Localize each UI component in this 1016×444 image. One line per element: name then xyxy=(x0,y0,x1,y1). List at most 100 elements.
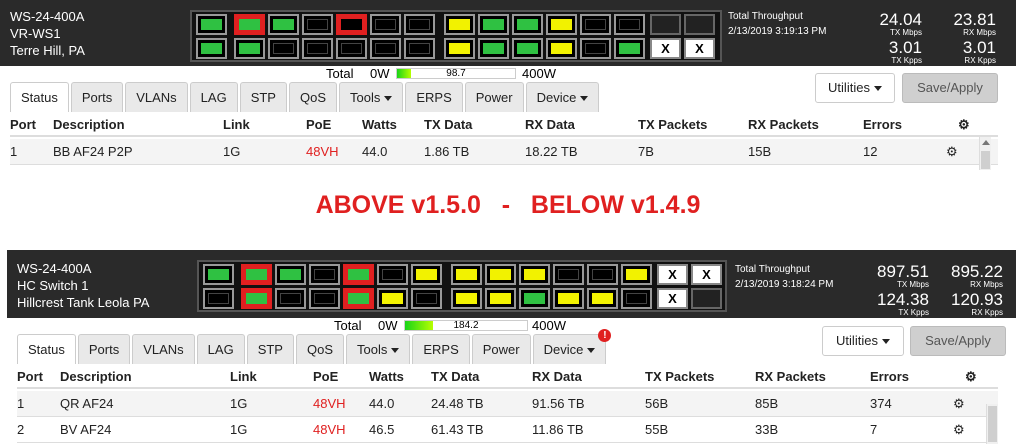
column-header-tx-packets[interactable]: TX Packets xyxy=(645,364,714,389)
column-header-description[interactable]: Description xyxy=(53,112,125,137)
utilities-button[interactable]: Utilities xyxy=(815,73,895,103)
tab-status[interactable]: Status xyxy=(10,82,69,112)
column-header-port[interactable]: Port xyxy=(10,112,36,137)
switch-port[interactable] xyxy=(343,288,374,309)
tab-ports[interactable]: Ports xyxy=(77,334,131,364)
port-disabled-icon[interactable]: X xyxy=(650,38,681,59)
switch-port[interactable] xyxy=(241,288,272,309)
column-header-tx-data[interactable]: TX Data xyxy=(424,112,472,137)
column-settings-gear-icon[interactable]: ⚙ xyxy=(958,112,970,137)
switch-port[interactable] xyxy=(196,38,227,59)
port-disabled-icon[interactable]: X xyxy=(684,38,715,59)
row-settings-gear-icon[interactable]: ⚙ xyxy=(953,391,965,416)
table-scrollbar[interactable] xyxy=(986,404,998,444)
switch-port[interactable] xyxy=(268,14,299,35)
switch-port[interactable] xyxy=(478,38,509,59)
switch-port[interactable] xyxy=(553,288,584,309)
switch-port[interactable] xyxy=(370,14,401,35)
scrollbar-thumb[interactable] xyxy=(981,151,990,169)
tab-qos[interactable]: QoS xyxy=(288,82,337,112)
column-header-errors[interactable]: Errors xyxy=(870,364,909,389)
switch-port[interactable] xyxy=(512,14,543,35)
tab-stp[interactable]: STP xyxy=(239,82,287,112)
save-apply-button[interactable]: Save/Apply xyxy=(910,326,1006,356)
switch-port[interactable] xyxy=(650,14,681,35)
tab-ports[interactable]: Ports xyxy=(70,82,124,112)
switch-port[interactable] xyxy=(546,14,577,35)
tab-lag[interactable]: LAG xyxy=(189,82,238,112)
switch-port[interactable] xyxy=(485,264,516,285)
switch-port[interactable] xyxy=(377,288,408,309)
switch-port[interactable] xyxy=(343,264,374,285)
switch-port[interactable] xyxy=(275,288,306,309)
switch-port[interactable] xyxy=(411,288,442,309)
switch-port[interactable] xyxy=(580,14,611,35)
switch-port[interactable] xyxy=(309,264,340,285)
column-header-poe[interactable]: PoE xyxy=(306,112,331,137)
column-header-tx-packets[interactable]: TX Packets xyxy=(638,112,707,137)
port-disabled-icon[interactable]: X xyxy=(691,264,722,285)
switch-port[interactable] xyxy=(621,264,652,285)
switch-port[interactable] xyxy=(203,288,234,309)
tab-tools[interactable]: Tools xyxy=(339,82,404,112)
switch-port[interactable] xyxy=(444,14,475,35)
switch-port[interactable] xyxy=(546,38,577,59)
column-header-tx-data[interactable]: TX Data xyxy=(431,364,479,389)
switch-port[interactable] xyxy=(451,288,482,309)
switch-port[interactable] xyxy=(684,14,715,35)
row-settings-gear-icon[interactable]: ⚙ xyxy=(946,139,958,164)
port-disabled-icon[interactable]: X xyxy=(657,264,688,285)
switch-port[interactable] xyxy=(614,14,645,35)
switch-port[interactable] xyxy=(444,38,475,59)
switch-port[interactable] xyxy=(234,14,265,35)
switch-port[interactable] xyxy=(691,288,722,309)
column-header-link[interactable]: Link xyxy=(230,364,257,389)
port-disabled-icon[interactable]: X xyxy=(657,288,688,309)
table-scrollbar[interactable] xyxy=(979,137,991,170)
column-header-port[interactable]: Port xyxy=(17,364,43,389)
switch-port[interactable] xyxy=(478,14,509,35)
switch-port[interactable] xyxy=(485,288,516,309)
switch-port[interactable] xyxy=(377,264,408,285)
switch-port[interactable] xyxy=(302,38,333,59)
tab-vlans[interactable]: VLANs xyxy=(132,334,195,364)
column-header-description[interactable]: Description xyxy=(60,364,132,389)
tab-lag[interactable]: LAG xyxy=(196,334,245,364)
switch-port[interactable] xyxy=(587,264,618,285)
column-header-watts[interactable]: Watts xyxy=(369,364,404,389)
switch-port[interactable] xyxy=(404,14,435,35)
switch-port[interactable] xyxy=(241,264,272,285)
switch-port[interactable] xyxy=(404,38,435,59)
column-header-link[interactable]: Link xyxy=(223,112,250,137)
row-settings-gear-icon[interactable]: ⚙ xyxy=(953,417,965,442)
table-row[interactable]: 1 QR AF24 1G 48VH 44.0 24.48 TB 91.56 TB 56B 85B… xyxy=(17,391,998,417)
switch-port[interactable] xyxy=(519,288,550,309)
column-header-watts[interactable]: Watts xyxy=(362,112,397,137)
switch-port[interactable] xyxy=(580,38,611,59)
switch-port[interactable] xyxy=(451,264,482,285)
tab-erps[interactable]: ERPS xyxy=(412,334,470,364)
switch-port[interactable] xyxy=(275,264,306,285)
switch-port[interactable] xyxy=(370,38,401,59)
scroll-up-icon[interactable] xyxy=(982,140,990,145)
save-apply-button[interactable]: Save/Apply xyxy=(902,73,998,103)
tab-tools[interactable]: Tools xyxy=(346,334,411,364)
switch-port[interactable] xyxy=(196,14,227,35)
tab-device[interactable]: Device! xyxy=(532,329,612,364)
column-settings-gear-icon[interactable]: ⚙ xyxy=(965,364,977,389)
switch-port[interactable] xyxy=(203,264,234,285)
switch-port[interactable] xyxy=(309,288,340,309)
switch-port[interactable] xyxy=(268,38,299,59)
switch-port[interactable] xyxy=(553,264,584,285)
tab-power[interactable]: Power xyxy=(471,334,531,364)
column-header-rx-data[interactable]: RX Data xyxy=(525,112,575,137)
switch-port[interactable] xyxy=(512,38,543,59)
tab-qos[interactable]: QoS xyxy=(295,334,344,364)
switch-port[interactable] xyxy=(587,288,618,309)
switch-port[interactable] xyxy=(302,14,333,35)
scrollbar-thumb[interactable] xyxy=(988,406,997,442)
column-header-rx-data[interactable]: RX Data xyxy=(532,364,582,389)
column-header-errors[interactable]: Errors xyxy=(863,112,902,137)
tab-erps[interactable]: ERPS xyxy=(405,82,463,112)
switch-port[interactable] xyxy=(234,38,265,59)
